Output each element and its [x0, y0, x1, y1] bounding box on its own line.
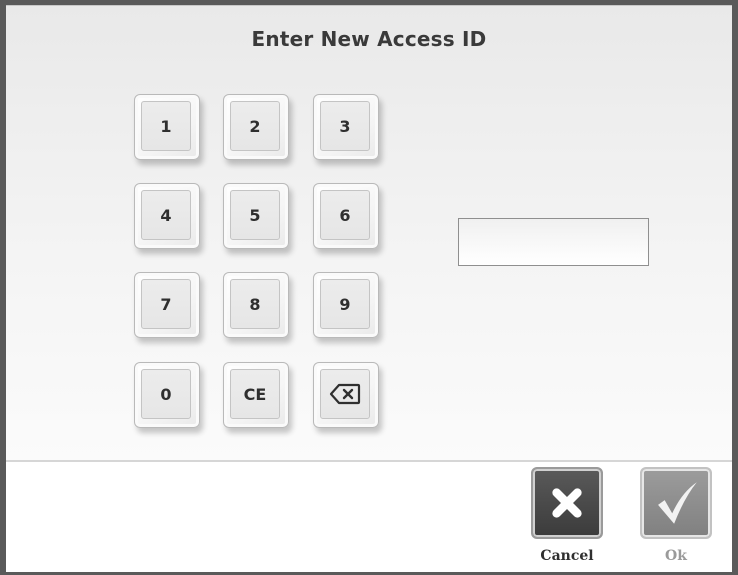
key-label: 1 — [141, 101, 191, 151]
key-8[interactable]: 8 — [223, 272, 289, 338]
ok-label: Ok — [665, 548, 687, 564]
cancel-label: Cancel — [540, 548, 594, 564]
key-label: 4 — [141, 190, 191, 240]
key-0[interactable]: 0 — [134, 362, 200, 428]
key-label: 2 — [230, 101, 280, 151]
key-4[interactable]: 4 — [134, 183, 200, 249]
key-6[interactable]: 6 — [313, 183, 379, 249]
key-label: 9 — [320, 279, 370, 329]
key-label: CE — [230, 369, 280, 419]
key-label: 8 — [230, 279, 280, 329]
checkmark-icon — [658, 482, 697, 524]
key-9[interactable]: 9 — [313, 272, 379, 338]
key-5[interactable]: 5 — [223, 183, 289, 249]
key-label: 3 — [320, 101, 370, 151]
access-id-display — [458, 218, 649, 266]
action-panel — [6, 462, 732, 572]
backspace-icon — [320, 369, 370, 419]
key-label: 6 — [320, 190, 370, 240]
key-1[interactable]: 1 — [134, 94, 200, 160]
key-2[interactable]: 2 — [223, 94, 289, 160]
key-3[interactable]: 3 — [313, 94, 379, 160]
key-label: 0 — [141, 369, 191, 419]
key-label: 5 — [230, 190, 280, 240]
key-label: 7 — [141, 279, 191, 329]
close-icon — [552, 488, 582, 518]
ok-button[interactable] — [640, 467, 712, 539]
dialog-title: Enter New Access ID — [251, 27, 487, 51]
key-7[interactable]: 7 — [134, 272, 200, 338]
key-clear-entry[interactable]: CE — [223, 362, 289, 428]
cancel-button[interactable] — [531, 467, 603, 539]
key-backspace[interactable] — [313, 362, 379, 428]
